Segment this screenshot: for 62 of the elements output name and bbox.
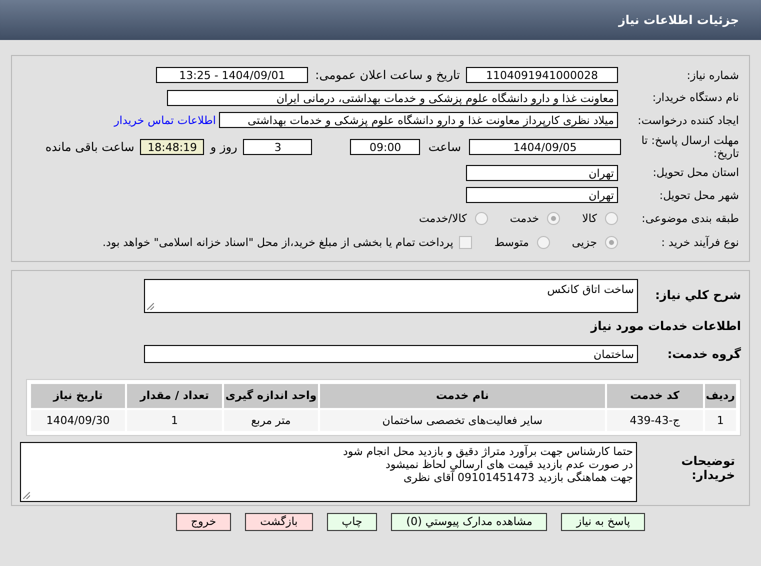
field-label: روز و <box>210 140 238 154</box>
action-button[interactable]: بازگشت <box>245 512 313 530</box>
checkbox[interactable] <box>459 236 472 249</box>
text-field[interactable]: 1404/09/01 - 13:25 <box>156 67 308 84</box>
text-field[interactable]: 1104091941000028 <box>466 67 618 84</box>
table-cell: 1 <box>704 410 736 430</box>
field-label: نوع فرآیند خرید : <box>660 236 740 249</box>
column-header: واحد اندازه گیری <box>224 384 318 408</box>
radio-button[interactable] <box>536 236 550 249</box>
radio-button[interactable] <box>474 212 488 225</box>
action-button[interactable]: خروج <box>176 512 232 530</box>
option-label: کالا/خدمت <box>419 212 467 225</box>
column-header: نام خدمت <box>320 384 605 408</box>
text-field[interactable]: 09:00 <box>350 138 420 154</box>
section-heading: اطلاعات خدمات مورد نیاز <box>589 318 741 332</box>
option-label: کالا <box>582 212 597 225</box>
field-label: ایجاد کننده درخواست: <box>636 114 740 127</box>
field-label: شرح کلي نیاز: <box>654 286 741 302</box>
field-label: ساعت باقی مانده <box>45 140 134 154</box>
text-field[interactable]: معاونت غذا و دارو دانشگاه علوم پزشکی و خدمات بهداشتی، درمانی ایران <box>167 90 618 106</box>
text-field[interactable]: ساختمان <box>144 344 638 362</box>
radio-button[interactable] <box>605 236 618 249</box>
field-label: تاریخ و ساعت اعلان عمومی: <box>315 68 460 82</box>
radio-button[interactable] <box>605 212 618 225</box>
action-button[interactable]: چاپ <box>326 512 378 530</box>
column-header: تعداد / مقدار <box>127 384 222 408</box>
table-cell: ج-43-439 <box>606 410 703 430</box>
table-cell: 1 <box>127 410 222 430</box>
field-label: ساعت <box>428 140 461 154</box>
text-field[interactable]: 3 <box>243 138 312 154</box>
text-field[interactable]: 1404/09/05 <box>469 138 621 154</box>
field-label: استان محل تحویل: <box>652 166 740 180</box>
option-label: متوسط <box>494 236 529 249</box>
field-label: نام دستگاه خریدار: <box>651 91 740 104</box>
resize-grip-icon[interactable] <box>23 492 30 498</box>
action-button[interactable]: پاسخ به نیاز <box>561 512 646 530</box>
table-cell: متر مربع <box>224 410 318 430</box>
text-field[interactable]: تهران <box>466 187 618 204</box>
text-area[interactable]: ساخت اتاق کانکس <box>144 278 638 312</box>
column-header: ردیف <box>704 384 736 408</box>
option-label: جزیی <box>572 236 597 249</box>
text-field[interactable]: تهران <box>466 164 618 181</box>
page-title: جزئیات اطلاعات نیاز <box>618 13 739 27</box>
resize-grip-icon[interactable] <box>147 302 154 310</box>
action-button[interactable]: مشاهده مدارک پیوستي (0) <box>391 512 548 530</box>
column-header: کد خدمت <box>606 384 703 408</box>
text-field[interactable]: 18:48:19 <box>140 138 204 154</box>
field-label: توضیحات خریدار: <box>680 452 736 482</box>
field-label: طبقه بندی موضوعی: <box>640 212 740 225</box>
radio-button[interactable] <box>547 212 560 225</box>
checkbox-label: پرداخت تمام یا بخشی از مبلغ خرید،از محل "اسناد خزانه اسلامی" خواهد بود. <box>102 236 454 249</box>
column-header: تاریخ نیاز <box>31 384 125 408</box>
field-label: گروه خدمت: <box>666 346 741 360</box>
field-label: شهر محل تحویل: <box>658 188 740 202</box>
field-label: مهلت ارسال پاسخ: تا تاریخ: <box>640 134 740 160</box>
option-label: خدمت <box>510 212 540 225</box>
table-cell: سایر فعالیت‌های تخصصی ساختمان <box>320 410 605 430</box>
contact-link[interactable]: اطلاعات تماس خریدار <box>114 114 216 127</box>
table-cell: 1404/09/30 <box>31 410 125 430</box>
text-area[interactable]: حتما کارشناس جهت برآورد متراژ دقیق و بازدید محل انجام شود در صورت عدم بازدید قیمت های ارسالي لحاظ نميشود جهت هماهنگی بازدید 09101451473 آقای نظری <box>20 442 637 502</box>
text-field[interactable]: میلاد نظری کارپرداز معاونت غذا و دارو دانشگاه علوم پزشکی و خدمات بهداشتی <box>219 112 618 128</box>
field-label: شماره نیاز: <box>686 68 740 82</box>
